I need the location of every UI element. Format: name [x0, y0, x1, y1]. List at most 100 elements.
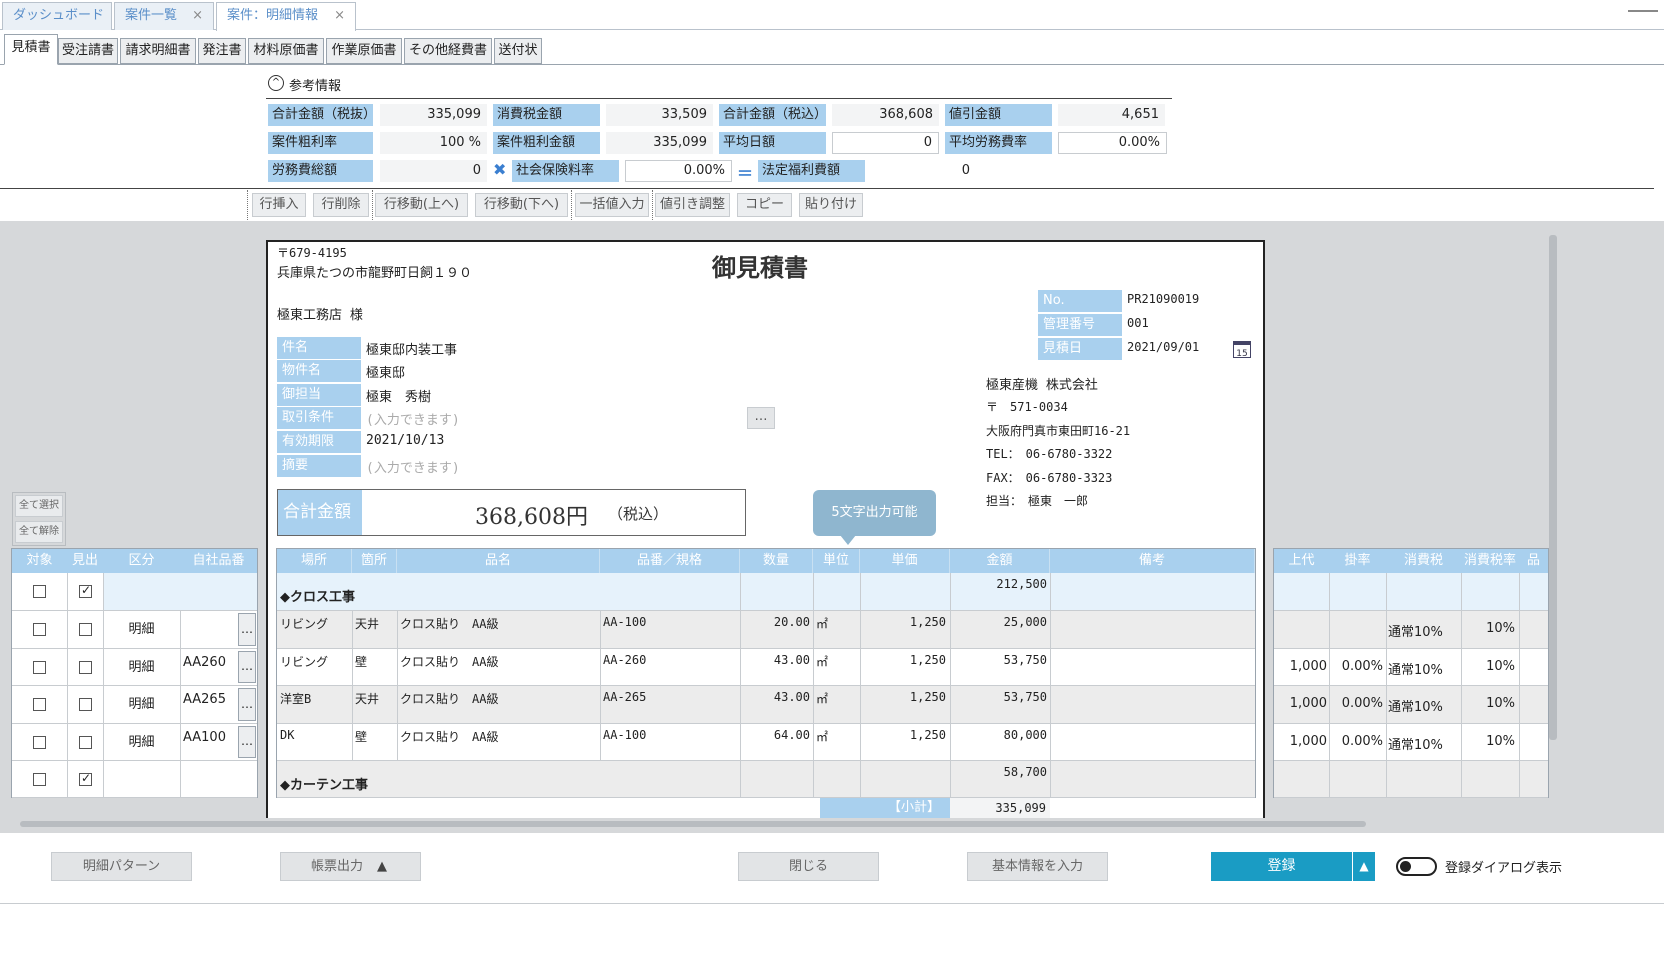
tax-rate-cell[interactable]: 10% — [1461, 734, 1515, 749]
tax-rate-cell[interactable]: 10% — [1461, 621, 1515, 636]
tax-cell[interactable]: 通常10% — [1388, 621, 1443, 640]
tax-rate-cell[interactable]: 10% — [1461, 696, 1515, 711]
register-menu-button[interactable]: ▲ — [1353, 852, 1375, 881]
price-cell[interactable]: 1,250 — [860, 728, 946, 742]
rate-cell[interactable]: 0.00% — [1329, 659, 1383, 674]
list-price-cell[interactable]: 1,000 — [1274, 659, 1327, 674]
move-row-down-button[interactable]: 行移動(下へ) — [475, 193, 568, 217]
insert-row-button[interactable]: 行挿入 — [252, 193, 306, 217]
qty-cell[interactable]: 43.00 — [740, 690, 810, 704]
tab-case-list[interactable]: 案件一覧 × — [114, 2, 214, 30]
tax-cell[interactable]: 通常10% — [1388, 734, 1443, 753]
target-checkbox[interactable] — [33, 660, 46, 674]
tab-cover-letter[interactable]: 送付状 — [494, 38, 542, 64]
tab-purchase-order[interactable]: 発注書 — [198, 38, 246, 64]
section-heading[interactable]: ◆カーテン工事 — [280, 774, 368, 793]
tab-other-expenses[interactable]: その他経費書 — [404, 38, 492, 64]
more-button[interactable]: … — [238, 726, 256, 758]
management-number[interactable]: 001 — [1127, 316, 1149, 330]
qty-cell[interactable]: 43.00 — [740, 653, 810, 667]
place-cell[interactable]: リビング — [280, 653, 328, 670]
tab-dashboard[interactable]: ダッシュボード — [2, 2, 112, 30]
price-cell[interactable]: 1,250 — [860, 615, 946, 629]
spot-cell[interactable]: 壁 — [355, 728, 367, 745]
discount-adjust-button[interactable]: 値引き調整 — [655, 193, 730, 217]
select-all-button[interactable]: 全て選択 — [15, 495, 63, 517]
tab-material-cost[interactable]: 材料原価書 — [248, 38, 324, 64]
qty-cell[interactable]: 64.00 — [740, 728, 810, 742]
target-checkbox[interactable] — [33, 735, 46, 749]
target-checkbox[interactable] — [33, 623, 46, 636]
horizontal-scrollbar[interactable] — [20, 821, 1366, 827]
tax-rate-cell[interactable]: 10% — [1461, 659, 1515, 674]
spot-cell[interactable]: 壁 — [355, 653, 367, 670]
rate-cell[interactable]: 0.00% — [1329, 734, 1383, 749]
social-insurance-input[interactable]: 0.00% — [625, 160, 732, 182]
vertical-scrollbar[interactable] — [1549, 235, 1557, 740]
estimate-number[interactable]: PR21090019 — [1127, 292, 1199, 306]
name-cell[interactable]: クロス貼り AA級 — [400, 728, 498, 745]
heading-checkbox[interactable] — [79, 583, 92, 598]
tab-order-confirmation[interactable]: 受注請書 — [58, 38, 118, 64]
remarks-field[interactable]: (入力できます) — [366, 457, 460, 476]
tab-case-detail[interactable]: 案件：明細情報 × — [216, 2, 356, 31]
qty-cell[interactable]: 20.00 — [740, 615, 810, 629]
heading-checkbox[interactable] — [79, 698, 92, 711]
estimate-date[interactable]: 2021/09/01 — [1127, 340, 1199, 354]
section-heading[interactable]: ◆クロス工事 — [280, 586, 355, 605]
code-cell[interactable]: AA265 — [183, 692, 226, 707]
unit-cell[interactable]: ㎡ — [816, 653, 828, 670]
bulk-input-button[interactable]: 一括値入力 — [575, 193, 649, 217]
average-daily-input[interactable]: 0 — [832, 132, 939, 154]
basic-info-button[interactable]: 基本情報を入力 — [967, 852, 1108, 881]
tab-estimate[interactable]: 見積書 — [4, 34, 58, 65]
price-cell[interactable]: 1,250 — [860, 690, 946, 704]
deselect-all-button[interactable]: 全て解除 — [15, 521, 63, 543]
tax-cell[interactable]: 通常10% — [1388, 659, 1443, 678]
calendar-icon[interactable]: 15 — [1233, 341, 1251, 359]
code-cell[interactable]: AA260 — [183, 655, 226, 670]
collapse-icon[interactable]: ^ — [268, 75, 284, 91]
place-cell[interactable]: 洋室B — [280, 690, 311, 707]
more-options-button[interactable]: … — [747, 407, 775, 429]
paste-button[interactable]: 貼り付け — [799, 193, 863, 217]
delete-row-button[interactable]: 行削除 — [313, 193, 369, 217]
heading-checkbox[interactable] — [79, 771, 92, 786]
target-checkbox[interactable] — [33, 585, 46, 598]
more-button[interactable]: … — [238, 651, 256, 683]
spec-cell[interactable]: AA-100 — [603, 728, 646, 742]
code-cell[interactable]: AA100 — [183, 730, 226, 745]
print-button[interactable]: 帳票出力 ▲ — [280, 852, 421, 881]
copy-button[interactable]: コピー — [737, 193, 792, 217]
heading-checkbox[interactable] — [79, 660, 92, 674]
move-row-up-button[interactable]: 行移動(上へ) — [375, 193, 468, 217]
labor-rate-input[interactable]: 0.00% — [1058, 132, 1167, 154]
more-button[interactable]: … — [238, 688, 256, 721]
name-cell[interactable]: クロス貼り AA級 — [400, 615, 498, 632]
target-checkbox[interactable] — [33, 698, 46, 711]
spec-cell[interactable]: AA-260 — [603, 653, 646, 667]
close-icon[interactable]: × — [192, 3, 203, 29]
place-cell[interactable]: DK — [280, 728, 294, 742]
spot-cell[interactable]: 天井 — [355, 615, 379, 632]
list-price-cell[interactable]: 1,000 — [1274, 696, 1327, 711]
contact-field[interactable]: 極東 秀樹 — [366, 386, 431, 405]
spot-cell[interactable]: 天井 — [355, 690, 379, 707]
list-price-cell[interactable]: 1,000 — [1274, 734, 1327, 749]
name-cell[interactable]: クロス貼り AA級 — [400, 690, 498, 707]
unit-cell[interactable]: ㎡ — [816, 728, 828, 745]
more-button[interactable]: … — [238, 613, 256, 646]
unit-cell[interactable]: ㎡ — [816, 690, 828, 707]
unit-cell[interactable]: ㎡ — [816, 615, 828, 632]
name-cell[interactable]: クロス貼り AA級 — [400, 653, 498, 670]
heading-checkbox[interactable] — [79, 623, 92, 636]
spec-cell[interactable]: AA-100 — [603, 615, 646, 629]
price-cell[interactable]: 1,250 — [860, 653, 946, 667]
property-field[interactable]: 極東邸 — [366, 362, 405, 381]
subject-field[interactable]: 極東邸内装工事 — [366, 339, 457, 358]
spec-cell[interactable]: AA-265 — [603, 690, 646, 704]
close-button[interactable]: 閉じる — [738, 852, 879, 881]
rate-cell[interactable]: 0.00% — [1329, 696, 1383, 711]
place-cell[interactable]: リビング — [280, 615, 328, 632]
terms-field[interactable]: (入力できます) — [366, 409, 460, 428]
